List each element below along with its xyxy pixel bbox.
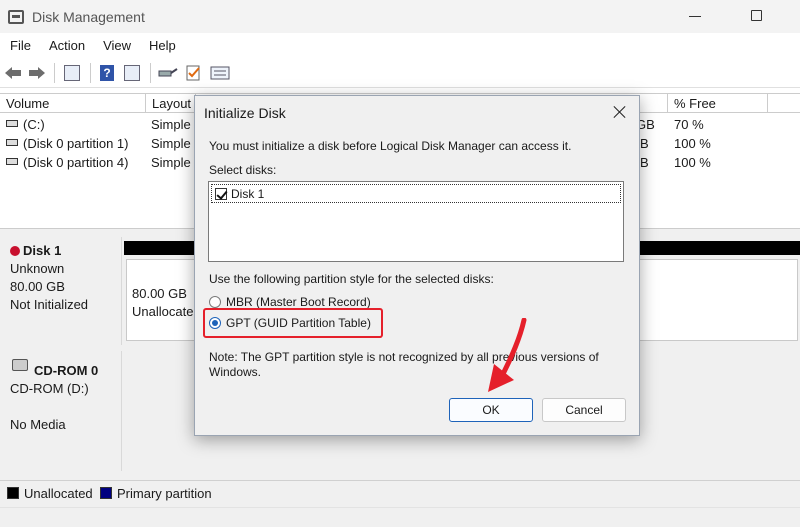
window-title: Disk Management — [32, 8, 145, 25]
initialize-disk-dialog: Initialize Disk You must initialize a di… — [194, 95, 640, 436]
column-layout[interactable]: Layout — [146, 94, 196, 113]
gpt-note-line2: Windows. — [209, 365, 262, 379]
volume-disk-icon — [6, 120, 18, 127]
volume-layout: Simple — [151, 136, 191, 151]
gpt-note-line1: Note: The GPT partition style is not rec… — [209, 350, 599, 364]
toolbar: ? — [0, 57, 800, 88]
partition-state: Unallocate — [132, 304, 194, 319]
legend-swatch-primary — [100, 487, 112, 499]
disk-1-title: Disk 1 — [10, 243, 61, 258]
cdrom-label[interactable]: CD-ROM 0 CD-ROM (D:) No Media — [0, 351, 122, 471]
menu-help[interactable]: Help — [149, 38, 176, 53]
forward-icon[interactable] — [28, 65, 46, 81]
title-bar: Disk Management — [0, 0, 800, 33]
toolbar-separator — [54, 63, 55, 83]
disk-1-type: Unknown — [10, 261, 65, 276]
menu-file[interactable]: File — [10, 38, 31, 53]
volume-layout: Simple — [151, 117, 191, 132]
disk-management-icon — [8, 9, 24, 24]
partition-style-label: Use the following partition style for th… — [209, 272, 494, 286]
menu-bar: File Action View Help — [0, 33, 800, 57]
legend-swatch-unallocated — [7, 487, 19, 499]
cdrom-icon — [12, 359, 28, 371]
console-tree-icon[interactable] — [64, 65, 80, 81]
volume-name: (C:) — [23, 117, 45, 132]
volume-layout: Simple — [151, 155, 191, 170]
disk-item-label: Disk 1 — [231, 187, 265, 201]
list-icon[interactable] — [210, 65, 230, 81]
disk-1-label[interactable]: Disk 1 Unknown 80.00 GB Not Initialized — [0, 237, 122, 345]
legend: Unallocated Primary partition — [0, 480, 800, 507]
ok-button[interactable]: OK — [449, 398, 533, 422]
select-disks-label: Select disks: — [209, 163, 277, 177]
close-icon[interactable] — [612, 104, 628, 120]
column-volume[interactable]: Volume — [0, 94, 146, 113]
column-percent-free[interactable]: % Free — [668, 94, 768, 113]
volume-disk-icon — [6, 158, 18, 165]
cdrom-title: CD-ROM 0 — [34, 363, 99, 378]
volume-name: (Disk 0 partition 4) — [23, 155, 129, 170]
legend-unallocated: Unallocated — [24, 486, 93, 501]
mbr-radio[interactable] — [209, 296, 221, 308]
check-icon[interactable] — [186, 65, 202, 81]
help-icon[interactable]: ? — [100, 65, 114, 81]
dialog-title: Initialize Disk — [204, 105, 286, 121]
disk-1-size: 80.00 GB — [10, 279, 65, 294]
gpt-radio[interactable] — [209, 317, 221, 329]
connect-icon[interactable] — [158, 65, 178, 81]
dialog-intro: You must initialize a disk before Logica… — [209, 139, 572, 153]
legend-primary: Primary partition — [117, 486, 212, 501]
volume-free: 100 % — [674, 155, 711, 170]
menu-action[interactable]: Action — [49, 38, 85, 53]
column-capacity[interactable] — [640, 94, 668, 113]
toolbar-separator — [90, 63, 91, 83]
mbr-label[interactable]: MBR (Master Boot Record) — [226, 295, 371, 309]
minimize-button[interactable] — [688, 9, 702, 23]
cdrom-status: No Media — [10, 417, 66, 432]
partition-size: 80.00 GB — [132, 286, 187, 301]
disk-list: Disk 1 — [208, 181, 624, 262]
back-icon[interactable] — [4, 65, 22, 81]
volume-free: 100 % — [674, 136, 711, 151]
maximize-button[interactable] — [751, 10, 762, 21]
toolbar-separator — [150, 63, 151, 83]
volume-free: 70 % — [674, 117, 704, 132]
menu-view[interactable]: View — [103, 38, 131, 53]
gpt-label[interactable]: GPT (GUID Partition Table) — [226, 316, 371, 330]
disk-checkbox[interactable] — [215, 188, 227, 200]
volume-capacity: B — [640, 155, 649, 170]
disk-list-item[interactable]: Disk 1 — [211, 184, 621, 203]
properties-icon[interactable] — [124, 65, 140, 81]
status-bar — [0, 507, 800, 527]
disk-1-status: Not Initialized — [10, 297, 89, 312]
volume-capacity: B — [640, 136, 649, 151]
annotation-arrow-icon — [488, 318, 527, 392]
cancel-button[interactable]: Cancel — [542, 398, 626, 422]
disk-error-icon — [10, 246, 20, 256]
volume-disk-icon — [6, 139, 18, 146]
cdrom-type: CD-ROM (D:) — [10, 381, 89, 396]
volume-name: (Disk 0 partition 1) — [23, 136, 129, 151]
